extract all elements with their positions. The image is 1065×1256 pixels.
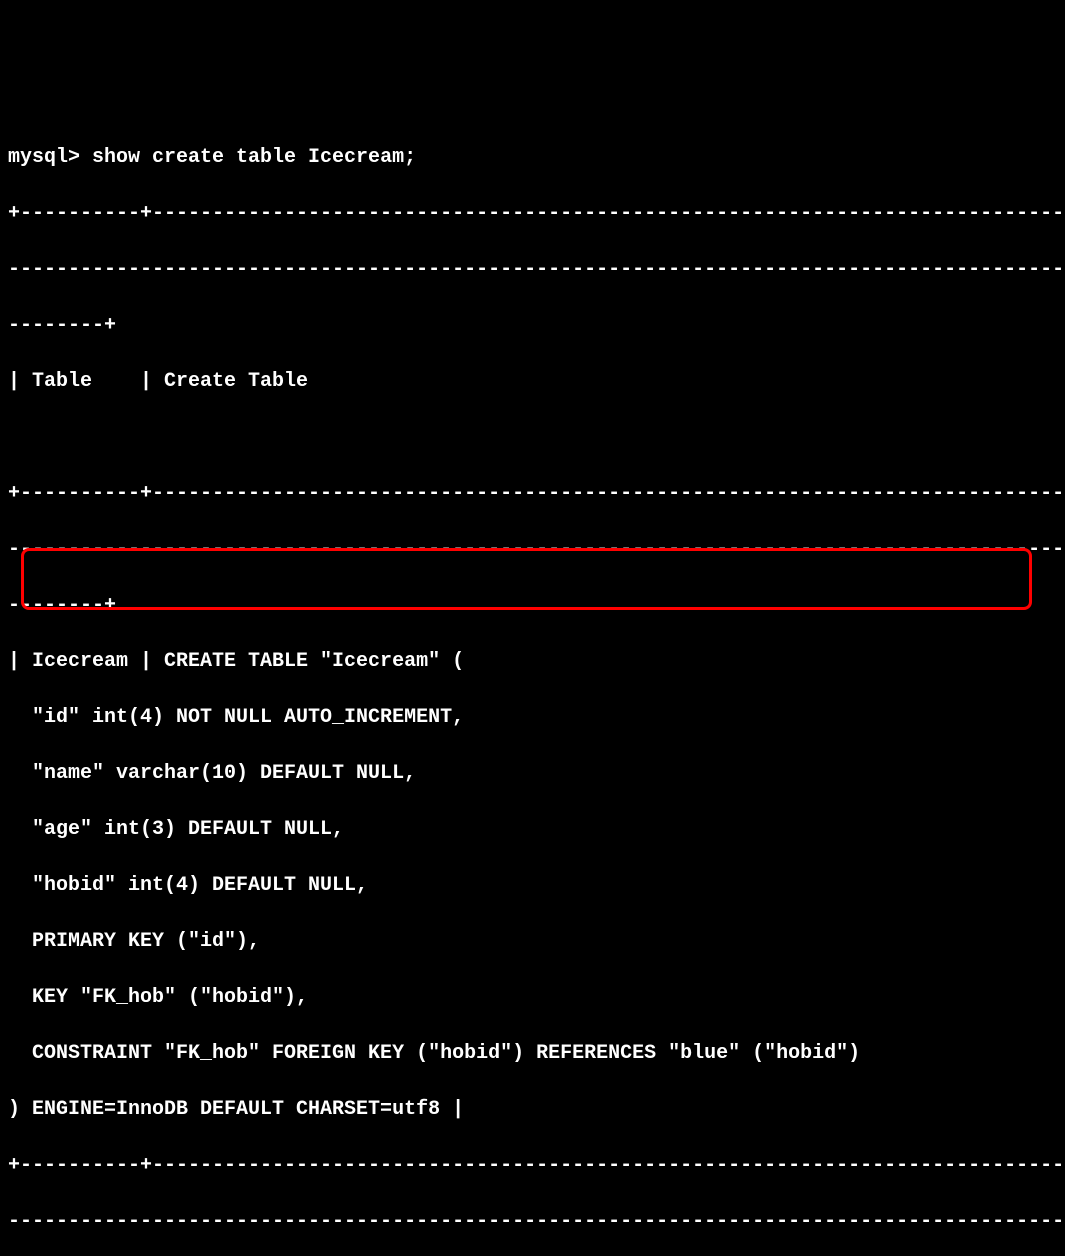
separator-line: +----------+----------------------------… bbox=[8, 200, 1057, 228]
separator-line: +----------+----------------------------… bbox=[8, 1152, 1057, 1180]
content-line: "id" int(4) NOT NULL AUTO_INCREMENT, bbox=[8, 704, 1057, 732]
separator-line: --------+ bbox=[8, 312, 1057, 340]
terminal-output: mysql> show create table Icecream; +----… bbox=[8, 116, 1057, 1256]
separator-line: ----------------------------------------… bbox=[8, 536, 1057, 564]
prompt-line[interactable]: mysql> show create table Icecream; bbox=[8, 144, 1057, 172]
separator-line: ----------------------------------------… bbox=[8, 1208, 1057, 1236]
content-line: "age" int(3) DEFAULT NULL, bbox=[8, 816, 1057, 844]
separator-line: +----------+----------------------------… bbox=[8, 480, 1057, 508]
separator-line: ----------------------------------------… bbox=[8, 256, 1057, 284]
content-line: "hobid" int(4) DEFAULT NULL, bbox=[8, 872, 1057, 900]
header-line: | Table | Create Table bbox=[8, 368, 1057, 396]
content-line: CONSTRAINT "FK_hob" FOREIGN KEY ("hobid"… bbox=[8, 1040, 1057, 1068]
sql-command: show create table Icecream; bbox=[92, 146, 416, 169]
mysql-prompt: mysql> bbox=[8, 146, 92, 169]
content-line: ) ENGINE=InnoDB DEFAULT CHARSET=utf8 | bbox=[8, 1096, 1057, 1124]
content-line: KEY "FK_hob" ("hobid"), bbox=[8, 984, 1057, 1012]
separator-line: --------+ bbox=[8, 592, 1057, 620]
content-line: | Icecream | CREATE TABLE "Icecream" ( bbox=[8, 648, 1057, 676]
content-line: "name" varchar(10) DEFAULT NULL, bbox=[8, 760, 1057, 788]
content-line: PRIMARY KEY ("id"), bbox=[8, 928, 1057, 956]
